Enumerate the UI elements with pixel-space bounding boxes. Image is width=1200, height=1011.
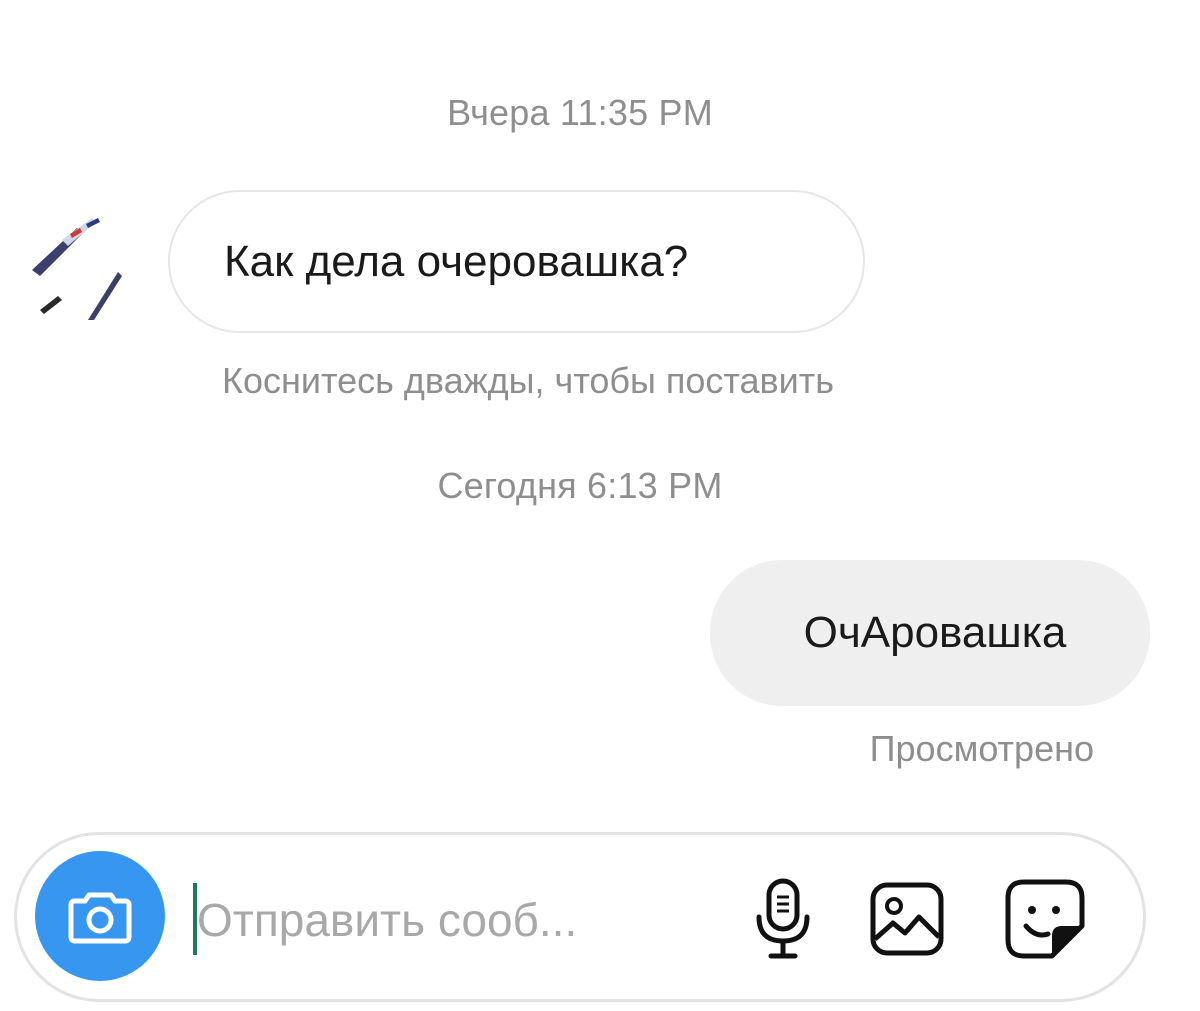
image-icon: [870, 882, 944, 956]
camera-icon: [68, 892, 132, 944]
microphone-icon: [756, 878, 810, 959]
camera-button[interactable]: [35, 851, 165, 981]
sender-avatar[interactable]: [22, 210, 132, 320]
seen-status: Просмотрено: [869, 728, 1094, 769]
message-input[interactable]: [197, 875, 667, 965]
incoming-message-bubble[interactable]: Как дела очеровашка?: [168, 190, 865, 333]
sticker-button[interactable]: [1001, 875, 1089, 963]
message-composer: [14, 832, 1146, 1002]
outgoing-message-bubble[interactable]: ОчАровашка: [710, 560, 1150, 706]
gallery-button[interactable]: [863, 875, 951, 963]
timestamp-yesterday: Вчера 11:35 PM: [447, 92, 713, 133]
timestamp-today: Сегодня 6:13 PM: [437, 465, 723, 506]
double-tap-hint: Коснитесь дважды, чтобы поставить: [222, 360, 835, 401]
microphone-button[interactable]: [739, 875, 827, 963]
sticker-icon: [1005, 879, 1085, 959]
incoming-message-text: Как дела очеровашка?: [224, 236, 689, 286]
outgoing-message-text: ОчАровашка: [803, 608, 1067, 657]
